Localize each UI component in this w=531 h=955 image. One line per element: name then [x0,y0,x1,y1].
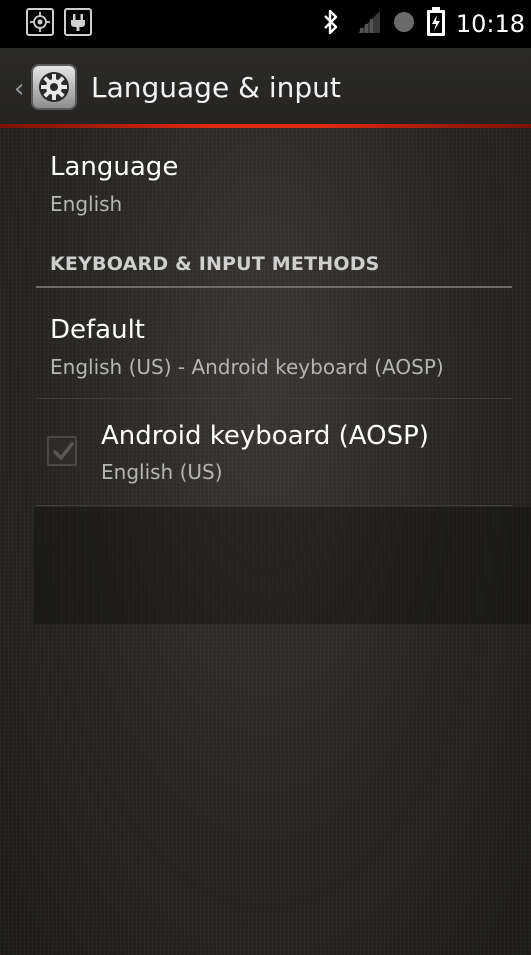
section-divider [36,286,512,288]
battery-charging-icon [426,7,446,41]
status-time: 10:18 [455,10,525,38]
gps-icon [26,8,54,36]
empty-list-area [34,507,531,624]
language-value: English [50,192,123,216]
settings-gear-icon[interactable] [31,64,77,110]
status-bar: 10:18 [0,0,531,48]
list-divider-bottom [36,505,512,506]
back-chevron-icon[interactable]: ‹ [14,74,24,104]
language-title: Language [50,152,179,182]
default-value: English (US) - Android keyboard (AOSP) [50,355,444,379]
list-divider [36,398,512,399]
section-header-keyboard: KEYBOARD & INPUT METHODS [50,253,380,275]
default-title: Default [50,315,145,345]
accent-divider [0,124,531,128]
keyboard-value: English (US) [101,460,223,484]
signal-icon [356,9,382,39]
usb-icon [64,8,92,36]
screen-background [0,0,531,955]
sync-icon [392,10,416,38]
status-icons: 10:18 [322,0,525,48]
keyboard-title: Android keyboard (AOSP) [101,421,429,451]
page-title: Language & input [91,71,341,104]
keyboard-checkbox[interactable] [47,436,77,466]
bluetooth-icon [322,9,340,39]
